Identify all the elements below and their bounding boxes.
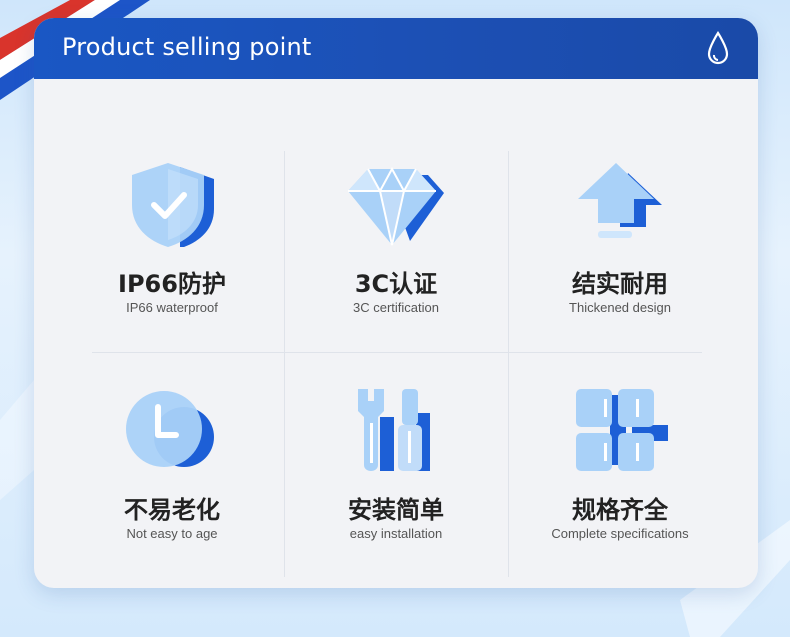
tools-icon	[358, 389, 430, 471]
header-title: Product selling point	[62, 33, 312, 61]
selling-points-card: Product selling point IP66防护 IP66 waterp…	[34, 18, 758, 588]
feature-specifications: 规格齐全 Complete specifications	[515, 387, 725, 587]
feature-anti-aging: 不易老化 Not easy to age	[67, 387, 277, 587]
feature-title: 安装简单	[348, 496, 444, 524]
feature-title: 结实耐用	[572, 270, 668, 298]
feature-subtitle: Not easy to age	[126, 526, 218, 541]
feature-title: 不易老化	[124, 496, 220, 524]
grid-divider	[284, 151, 285, 577]
clock-icon	[126, 391, 214, 467]
feature-subtitle: easy installation	[349, 526, 443, 541]
feature-subtitle: Complete specifications	[551, 526, 689, 541]
feature-title: 规格齐全	[572, 496, 668, 524]
shield-check-icon	[132, 163, 214, 247]
grid-icon	[576, 389, 668, 471]
diamond-icon	[348, 166, 444, 246]
feature-installation: 安装简单 easy installation	[291, 387, 501, 587]
feature-subtitle: 3C certification	[353, 300, 439, 315]
grid-divider	[508, 151, 509, 577]
feature-ip66: IP66防护 IP66 waterproof	[67, 161, 277, 361]
feature-subtitle: Thickened design	[569, 300, 671, 315]
feature-title: IP66防护	[118, 270, 226, 298]
arrow-up-icon	[578, 163, 662, 238]
water-drop-icon	[707, 30, 729, 65]
feature-3c: 3C认证 3C certification	[291, 161, 501, 361]
feature-durable: 结实耐用 Thickened design	[515, 161, 725, 361]
features-grid: IP66防护 IP66 waterproof 3C认证 3C certifica…	[34, 79, 758, 588]
card-header: Product selling point	[34, 18, 758, 79]
feature-title: 3C认证	[354, 270, 438, 298]
feature-subtitle: IP66 waterproof	[126, 300, 218, 315]
